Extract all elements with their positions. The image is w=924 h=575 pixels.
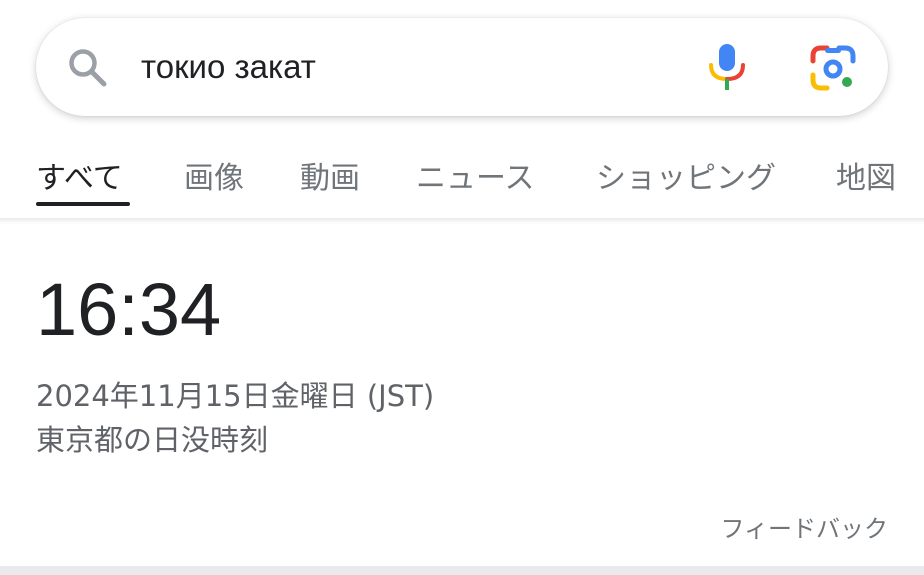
search-input[interactable]	[141, 42, 661, 92]
search-results-page: すべて 画像 動画 ニュース ショッピング 地図 16:34 2024年11月1…	[0, 0, 924, 575]
microphone-icon[interactable]	[706, 44, 748, 92]
search-bar[interactable]	[36, 18, 888, 116]
tab-news[interactable]: ニュース	[416, 160, 535, 198]
feedback-link[interactable]: フィードバック	[720, 512, 888, 546]
tab-shopping[interactable]: ショッピング	[596, 160, 776, 198]
search-tabs: すべて 画像 動画 ニュース ショッピング 地図	[0, 140, 924, 216]
tab-images[interactable]: 画像	[184, 160, 244, 198]
tab-maps[interactable]: 地図	[836, 160, 896, 198]
sunset-description: 東京都の日没時刻	[36, 423, 269, 457]
tab-videos[interactable]: 動画	[300, 160, 360, 198]
section-divider	[0, 566, 924, 575]
tabs-divider	[0, 218, 924, 224]
sunset-date: 2024年11月15日金曜日 (JST)	[36, 379, 435, 413]
tab-all[interactable]: すべて	[36, 160, 123, 198]
sunset-time-value: 16:34	[36, 268, 222, 351]
google-lens-icon[interactable]	[809, 44, 857, 92]
active-tab-indicator	[36, 202, 130, 206]
search-icon[interactable]	[66, 46, 110, 90]
